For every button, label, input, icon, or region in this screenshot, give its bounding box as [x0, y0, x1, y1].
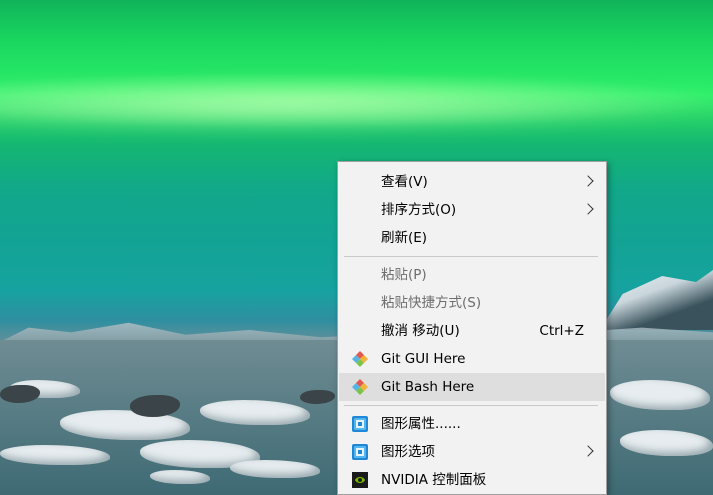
menu-separator [344, 256, 598, 257]
menu-item-label: Git GUI Here [381, 351, 466, 367]
menu-item-graphics-options[interactable]: 图形选项 [339, 438, 605, 466]
menu-item-paste-shortcut[interactable]: 粘贴快捷方式(S) [339, 289, 605, 317]
menu-item-shortcut: Ctrl+Z [539, 323, 584, 339]
intel-graphics-icon [352, 444, 368, 460]
menu-item-undo-move[interactable]: 撤消 移动(U) Ctrl+Z [339, 317, 605, 345]
menu-item-label: NVIDIA 控制面板 [381, 472, 487, 488]
menu-item-nvidia-control-panel[interactable]: NVIDIA 控制面板 [339, 466, 605, 494]
rock [300, 390, 335, 404]
desktop-context-menu: 查看(V) 排序方式(O) 刷新(E) 粘贴(P) 粘贴快捷方式(S) 撤消 移… [337, 161, 607, 495]
rock [0, 385, 40, 403]
git-icon [352, 379, 368, 395]
menu-item-label: 排序方式(O) [381, 202, 457, 218]
menu-item-refresh[interactable]: 刷新(E) [339, 224, 605, 252]
intel-graphics-icon [352, 416, 368, 432]
menu-item-label: 刷新(E) [381, 230, 428, 246]
menu-item-view[interactable]: 查看(V) [339, 168, 605, 196]
menu-item-git-gui[interactable]: Git GUI Here [339, 345, 605, 373]
ice-block [0, 445, 110, 465]
menu-item-sort-by[interactable]: 排序方式(O) [339, 196, 605, 224]
chevron-right-icon [582, 203, 594, 215]
ice-block [610, 380, 710, 410]
menu-item-label: Git Bash Here [381, 379, 475, 395]
menu-separator [344, 405, 598, 406]
menu-item-label: 查看(V) [381, 174, 428, 190]
rock [130, 395, 180, 417]
git-icon [352, 351, 368, 367]
ice-block [230, 460, 320, 478]
menu-item-graphics-properties[interactable]: 图形属性...... [339, 410, 605, 438]
chevron-right-icon [582, 445, 594, 457]
menu-item-label: 撤消 移动(U) [381, 323, 460, 339]
menu-item-git-bash[interactable]: Git Bash Here [339, 373, 605, 401]
menu-item-label: 粘贴(P) [381, 267, 427, 283]
mountains [600, 270, 713, 330]
menu-item-label: 图形属性...... [381, 416, 461, 432]
chevron-right-icon [582, 175, 594, 187]
menu-item-paste[interactable]: 粘贴(P) [339, 261, 605, 289]
aurora-glow [0, 75, 713, 135]
ice-block [60, 410, 190, 440]
menu-item-label: 粘贴快捷方式(S) [381, 295, 482, 311]
menu-item-label: 图形选项 [381, 444, 435, 460]
ice-block [200, 400, 310, 425]
ice-block [620, 430, 713, 456]
nvidia-icon [352, 472, 368, 488]
ice-block [150, 470, 210, 484]
